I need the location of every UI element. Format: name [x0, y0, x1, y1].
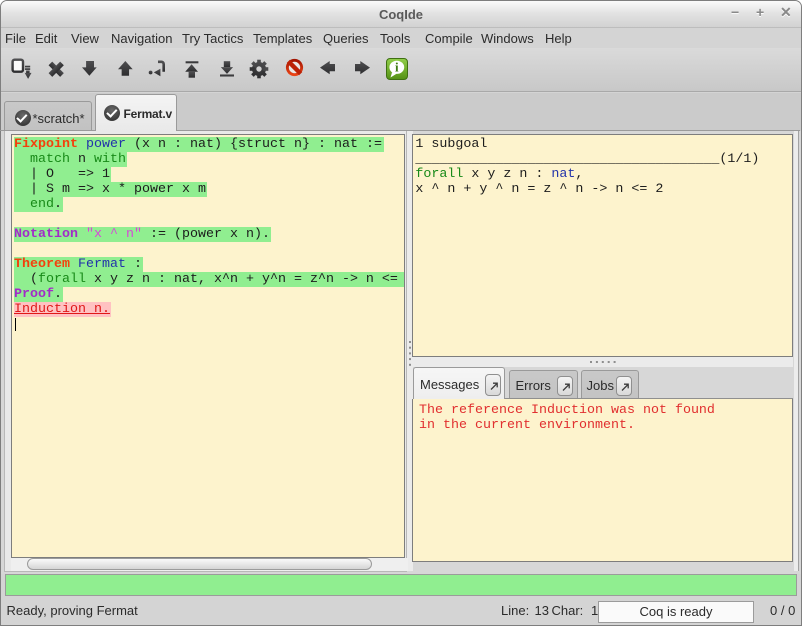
svg-text:i: i	[395, 59, 399, 74]
